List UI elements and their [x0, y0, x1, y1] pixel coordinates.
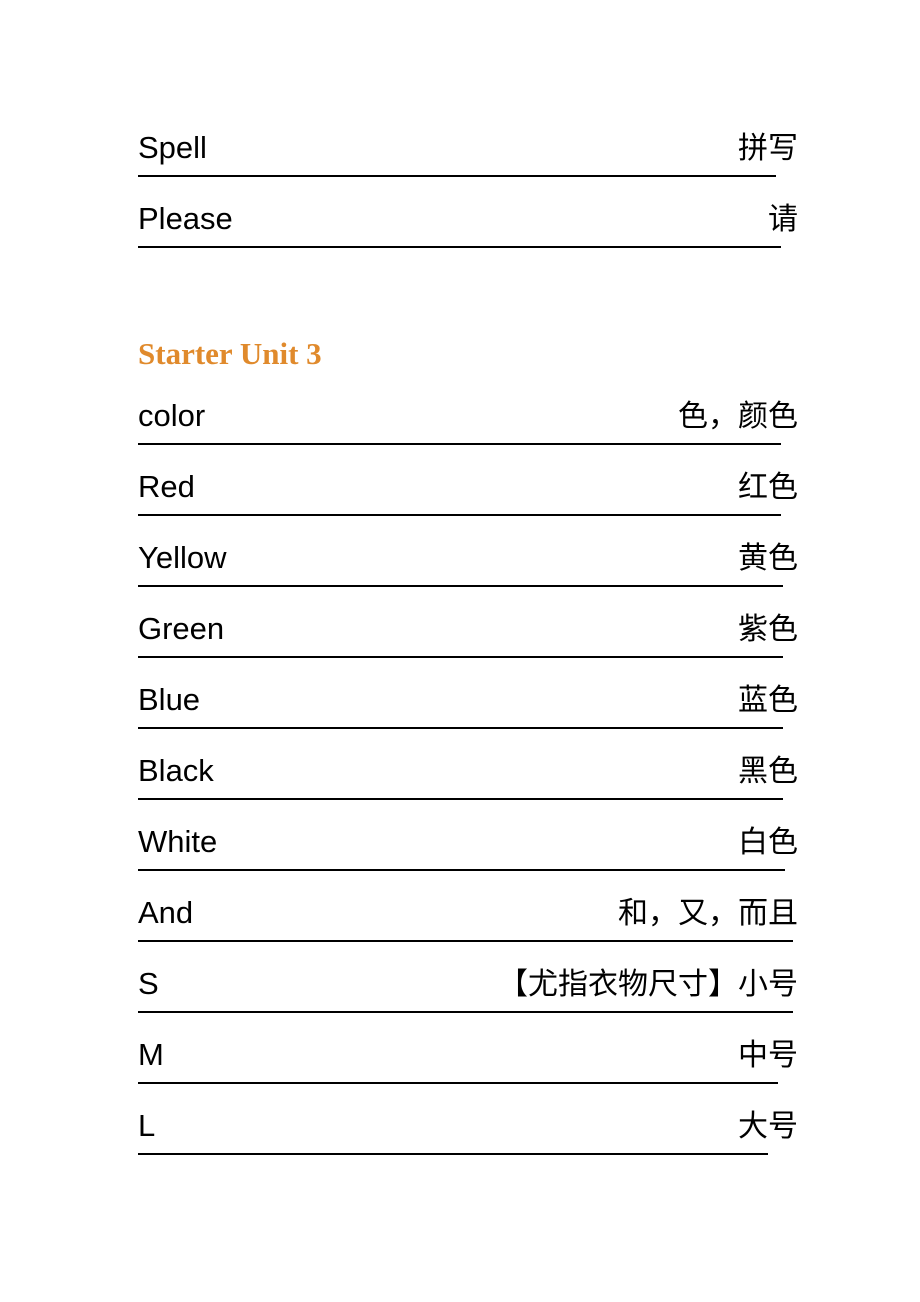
- row-underline: [138, 869, 785, 871]
- vocab-row-color: color 色，颜色: [138, 388, 798, 459]
- vocab-term-chinese: 中号: [738, 1038, 798, 1073]
- vocab-term-chinese: 蓝色: [738, 683, 798, 718]
- vocab-term-english: S: [138, 966, 159, 1001]
- row-underline: [138, 514, 781, 516]
- vocab-row-green: Green 紫色: [138, 601, 798, 672]
- vocab-row-s: S 【尤指衣物尺寸】小号: [138, 956, 798, 1027]
- vocab-term-english: Please: [138, 201, 233, 236]
- row-underline: [138, 175, 776, 177]
- row-underline: [138, 798, 783, 800]
- vocab-term-english: White: [138, 824, 218, 859]
- vocab-term-chinese: 和，又，而且: [618, 896, 798, 931]
- vocab-term-chinese: 【尤指衣物尺寸】小号: [498, 967, 798, 1002]
- vocab-term-english: M: [138, 1037, 164, 1072]
- vocab-row-red: Red 红色: [138, 459, 798, 530]
- vocab-term-english: Green: [138, 611, 225, 646]
- document-page: Spell 拼写 Please 请 Starter Unit 3 color 色，颜色 Red…: [0, 0, 920, 1302]
- vocab-row-black: Black 黑色: [138, 743, 798, 814]
- vocab-term-chinese: 大号: [738, 1109, 798, 1144]
- vocab-term-chinese: 白色: [738, 825, 798, 860]
- section-heading-starter-unit-3: Starter Unit 3: [138, 336, 322, 371]
- vocab-term-chinese: 拼写: [738, 131, 798, 166]
- row-underline: [138, 246, 781, 248]
- vocab-term-english: Spell: [138, 130, 207, 165]
- vocab-term-english: Yellow: [138, 540, 227, 575]
- vocab-row-yellow: Yellow 黄色: [138, 530, 798, 601]
- vocabulary-list: Spell 拼写 Please 请 Starter Unit 3 color 色，颜色 Red…: [138, 120, 798, 1169]
- vocab-term-chinese: 黑色: [738, 754, 798, 789]
- row-underline: [138, 1011, 793, 1013]
- row-underline: [138, 585, 783, 587]
- vocab-row-and: And 和，又，而且: [138, 885, 798, 956]
- vocab-term-english: L: [138, 1108, 156, 1143]
- vocab-term-chinese: 红色: [738, 470, 798, 505]
- row-underline: [138, 1082, 778, 1084]
- vocab-term-english: Black: [138, 753, 214, 788]
- vocab-term-english: color: [138, 398, 206, 433]
- vocab-row-l: L 大号: [138, 1098, 798, 1169]
- vocab-row-please: Please 请: [138, 191, 798, 262]
- row-underline: [138, 1153, 768, 1155]
- section-heading-block: Starter Unit 3: [138, 324, 798, 388]
- vocab-term-english: Blue: [138, 682, 201, 717]
- vocab-row-m: M 中号: [138, 1027, 798, 1098]
- vocab-row-spell: Spell 拼写: [138, 120, 798, 191]
- row-underline: [138, 443, 781, 445]
- vocab-term-chinese: 色，颜色: [678, 399, 798, 434]
- vocab-row-blue: Blue 蓝色: [138, 672, 798, 743]
- vocab-term-english: Red: [138, 469, 195, 504]
- vocab-term-chinese: 请: [768, 202, 798, 237]
- row-underline: [138, 727, 783, 729]
- row-underline: [138, 940, 793, 942]
- vocab-term-chinese: 紫色: [738, 612, 798, 647]
- row-underline: [138, 656, 783, 658]
- vocab-term-english: And: [138, 895, 194, 930]
- vocab-row-white: White 白色: [138, 814, 798, 885]
- vocab-term-chinese: 黄色: [738, 541, 798, 576]
